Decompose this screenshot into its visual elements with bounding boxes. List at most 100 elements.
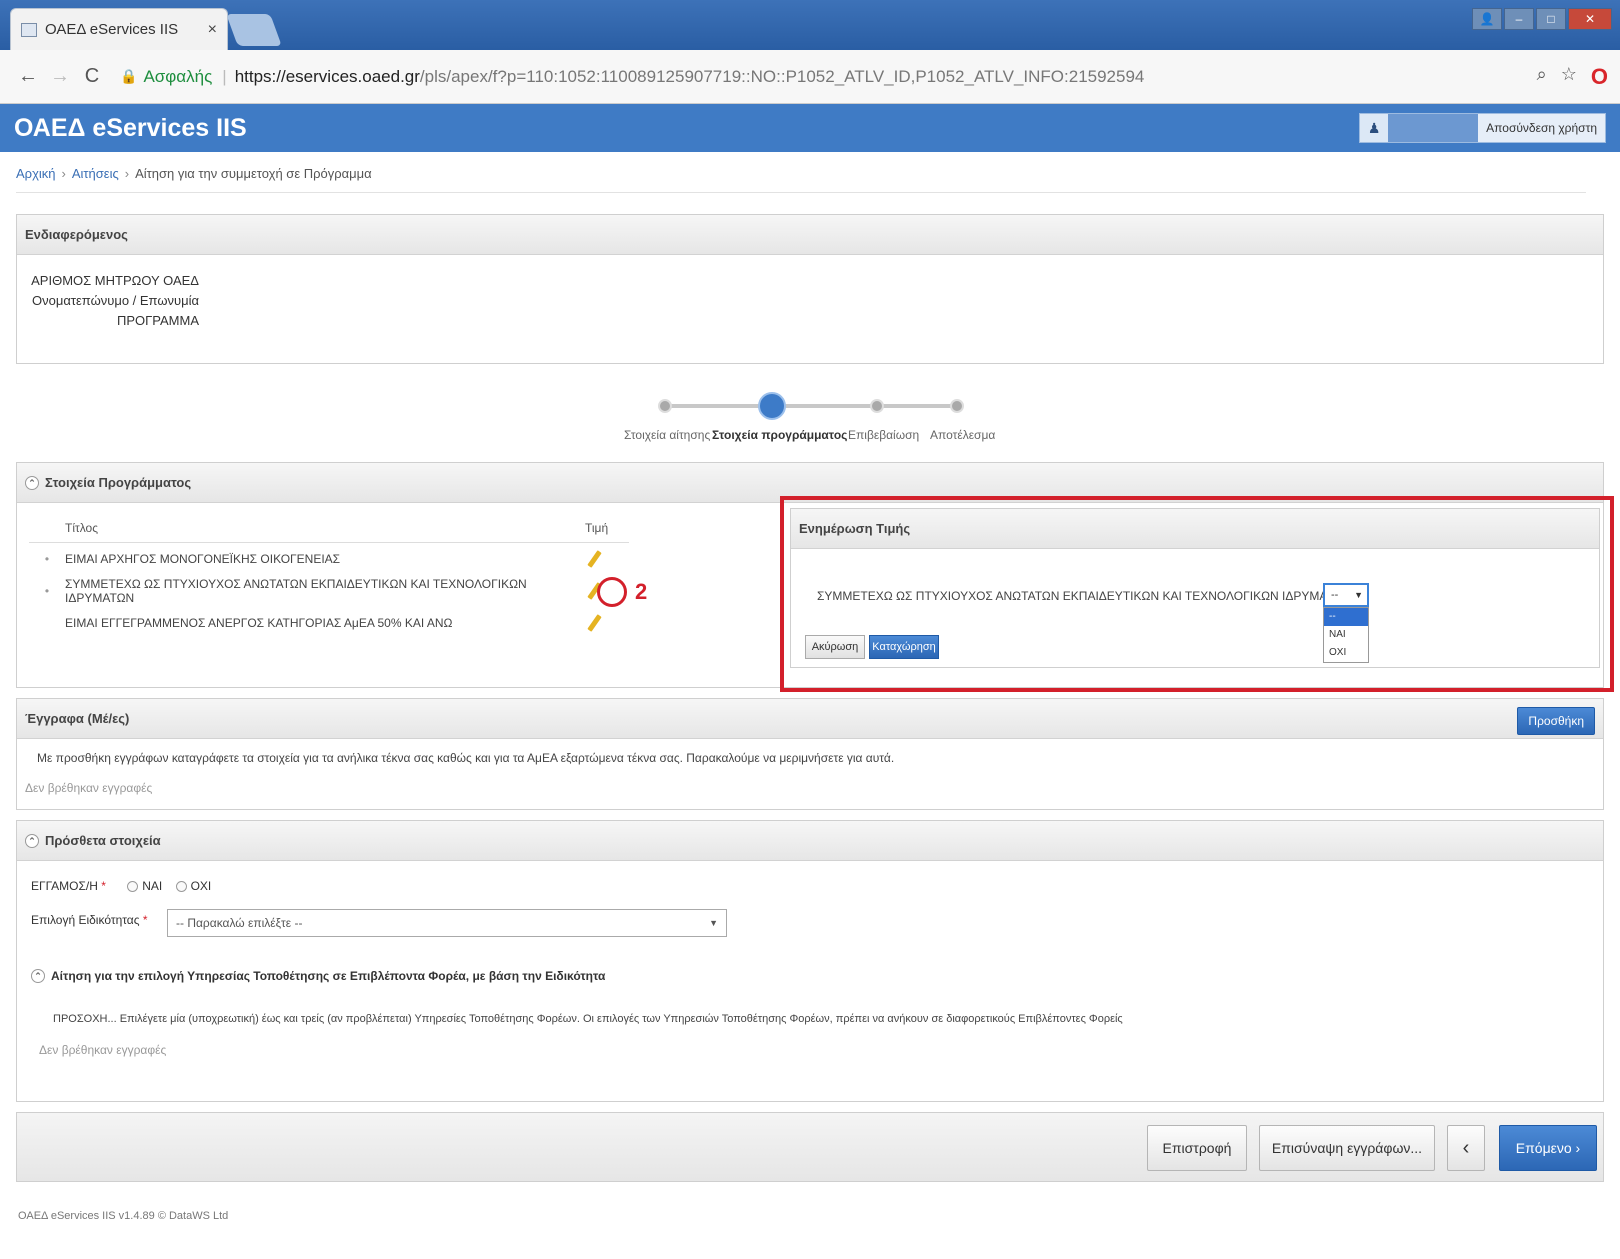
lock-icon: 🔒	[120, 68, 138, 84]
url-path: /pls/apex/f?p=110:1052:110089125907719::…	[419, 66, 1145, 86]
specialty-select-value: -- Παρακαλώ επιλέξτε --	[176, 916, 303, 930]
browser-tab[interactable]: ΟΑΕΔ eServices IIS ×	[10, 8, 228, 50]
back-button[interactable]: Επιστροφή	[1147, 1125, 1247, 1171]
placement-subsection: ⌃ Αίτηση για την επιλογή Υπηρεσίας Τοποθ…	[31, 969, 605, 983]
radio-no-label: ΟΧΙ	[190, 879, 212, 893]
wizard-progress: Στοιχεία αίτησης Στοιχεία προγράμματος Ε…	[620, 384, 1000, 444]
wizard-step-4-dot	[950, 399, 964, 413]
row-title: ΣΥΜΜΕΤΕΧΩ ΩΣ ΠΤΥΧΙΟΥΧΟΣ ΑΝΩΤΑΤΩΝ ΕΚΠΑΙΔΕ…	[65, 577, 527, 605]
wizard-step-label: Στοιχεία αίτησης	[624, 428, 711, 442]
pencil-icon[interactable]	[585, 550, 603, 568]
value-select-current: --	[1331, 589, 1339, 601]
vocational-label: ΕΓΓΑΜΟΣ/Η	[31, 879, 98, 893]
next-button[interactable]: Επόμενο ›	[1499, 1125, 1597, 1171]
breadcrumb: Αρχική › Αιτήσεις › Αίτηση για την συμμετοχή…	[16, 166, 372, 181]
chevron-down-icon: ▼	[709, 918, 718, 928]
logout-button[interactable]: Αποσύνδεση χρήστη	[1478, 114, 1605, 142]
footer-text: ΟΑΕΔ eServices IIS v1.4.89 © DataWS Ltd	[18, 1210, 229, 1222]
minimize-button[interactable]: –	[1504, 8, 1534, 30]
star-icon[interactable]: ☆	[1561, 64, 1577, 90]
wizard-step-label-active: Στοιχεία προγράμματος	[712, 428, 848, 442]
user-profile-icon[interactable]: 👤	[1472, 8, 1502, 30]
address-bar: ← → C 🔒 Ασφαλής | https://eservices.oaed…	[0, 50, 1620, 104]
col-title: Τίτλος	[65, 520, 99, 535]
placement-subtitle: Αίτηση για την επιλογή Υπηρεσίας Τοποθέτ…	[51, 969, 606, 983]
forward-arrow-icon[interactable]: →	[44, 65, 76, 88]
attach-documents-button[interactable]: Επισύναψη εγγράφων...	[1259, 1125, 1435, 1171]
tab-close-icon[interactable]: ×	[208, 21, 217, 39]
close-window-button[interactable]: ✕	[1568, 8, 1612, 30]
new-tab-button[interactable]	[226, 14, 282, 46]
opera-icon[interactable]: O	[1591, 64, 1608, 90]
table-row: • ΣΥΜΜΕΤΕΧΩ ΩΣ ΠΤΥΧΙΟΥΧΟΣ ΑΝΩΤΑΤΩΝ ΕΚΠΑΙ…	[44, 577, 648, 607]
user-icon: ♟	[1360, 114, 1389, 142]
add-document-button[interactable]: Προσθήκη	[1517, 707, 1595, 735]
documents-empty: Δεν βρέθηκαν εγγραφές	[25, 781, 153, 795]
omnibox-icons: ⌕ ☆ O	[1537, 64, 1608, 90]
maximize-button[interactable]: □	[1536, 8, 1566, 30]
radio-no[interactable]	[175, 881, 187, 893]
pencil-icon[interactable]	[585, 614, 603, 632]
divider	[16, 192, 1586, 193]
wizard-step-3-dot	[870, 399, 884, 413]
secure-label: Ασφαλής	[143, 66, 213, 86]
dropdown-option[interactable]: ΝΑΙ	[1324, 626, 1368, 644]
documents-description: Με προσθήκη εγγράφων καταγράφετε τα στοι…	[37, 751, 895, 765]
placement-notice: ΠΡΟΣΟΧΗ... Επιλέγετε μία (υποχρεωτική) έ…	[53, 1013, 1123, 1025]
program-table: Τίτλος Τιμή • ΕΙΜΑΙ ΑΡΧΗΓΟΣ ΜΟΝΟΓΟΝΕΪΚΗΣ…	[29, 513, 648, 639]
edit-value-title: Ενημέρωση Τιμής	[791, 509, 1599, 549]
wizard-step-label: Επιβεβαίωση	[848, 428, 920, 442]
collapse-icon[interactable]: ⌃	[25, 475, 39, 490]
previous-button[interactable]: ‹	[1447, 1125, 1485, 1171]
save-button[interactable]: Καταχώρηση	[869, 635, 939, 659]
breadcrumb-home[interactable]: Αρχική	[16, 166, 56, 181]
vocational-row: ΕΓΓΑΜΟΣ/Η * ΝΑΙ ΟΧΙ	[31, 879, 212, 893]
info-line: ΠΡΟΓΡΑΜΜΑ	[116, 313, 199, 328]
user-box: ♟ Αποσύνδεση χρήστη	[1359, 113, 1606, 143]
program-panel-title: Στοιχεία Προγράμματος	[45, 475, 192, 490]
insured-info: ΑΡΙΘΜΟΣ ΜΗΤΡΩΟΥ ΟΑΕΔ Ονοματεπώνυμο / Επω…	[29, 271, 199, 331]
specialty-label: Επιλογή Ειδικότητας	[31, 913, 140, 927]
col-value: Τιμή	[585, 520, 609, 535]
chevron-down-icon: ▼	[1354, 590, 1363, 600]
table-header: Τίτλος Τιμή	[29, 513, 629, 543]
dropdown-option[interactable]: ΟΧΙ	[1324, 644, 1368, 662]
zoom-icon[interactable]: ⌕	[1537, 64, 1547, 90]
app-title[interactable]: ΟΑΕΔ eServices IIS	[14, 114, 1359, 143]
app-header: ΟΑΕΔ eServices IIS ♟ Αποσύνδεση χρήστη	[0, 104, 1620, 152]
annotation-number: 2	[635, 579, 648, 604]
cancel-button[interactable]: Ακύρωση	[805, 635, 865, 659]
page-favicon-icon	[21, 22, 37, 37]
wizard-step-label: Αποτέλεσμα	[930, 428, 996, 442]
dropdown-option[interactable]: --	[1324, 608, 1368, 626]
value-dropdown: -- ΝΑΙ ΟΧΙ	[1323, 607, 1369, 663]
info-line: Ονοματεπώνυμο / Επωνυμία	[32, 293, 199, 308]
collapse-icon[interactable]: ⌃	[25, 833, 39, 848]
documents-panel: Έγγραφα (Μέ/ες) Προσθήκη Με προσθήκη εγγ…	[16, 698, 1604, 810]
edit-value-panel: Ενημέρωση Τιμής ΣΥΜΜΕΤΕΧΩ ΩΣ ΠΤΥΧΙΟΥΧΟΣ …	[790, 508, 1600, 668]
insured-panel: Ενδιαφερόμενος ΑΡΙΘΜΟΣ ΜΗΤΡΩΟΥ ΟΑΕΔ Ονομ…	[16, 214, 1604, 364]
radio-yes-label: ΝΑΙ	[142, 879, 163, 893]
row-title: ΕΙΜΑΙ ΕΓΓΕΓΡΑΜΜΕΝΟΣ ΑΝΕΡΓΟΣ ΚΑΤΗΓΟΡΙΑΣ Α…	[65, 616, 453, 630]
row-title: ΕΙΜΑΙ ΑΡΧΗΓΟΣ ΜΟΝΟΓΟΝΕΪΚΗΣ ΟΙΚΟΓΕΝΕΙΑΣ	[65, 552, 341, 566]
specialty-label-wrap: Επιλογή Ειδικότητας *	[31, 913, 148, 927]
collapse-icon[interactable]: ⌃	[31, 969, 45, 983]
annotation-circle	[597, 577, 627, 607]
extra-panel-title: Πρόσθετα στοιχεία	[45, 833, 161, 848]
bottom-toolbar: Επιστροφή Επισύναψη εγγράφων... ‹ Επόμεν…	[16, 1112, 1604, 1182]
url-input[interactable]: 🔒 Ασφαλής | https://eservices.oaed.gr /p…	[120, 60, 1525, 94]
value-select[interactable]: -- ▼	[1323, 583, 1369, 607]
tab-title: ΟΑΕΔ eServices IIS	[45, 21, 179, 38]
window-controls: 👤 – □ ✕	[1472, 8, 1612, 30]
breadcrumb-current: Αίτηση για την συμμετοχή σε Πρόγραμμα	[135, 166, 372, 181]
wizard-step-2-dot	[758, 392, 786, 420]
specialty-select[interactable]: -- Παρακαλώ επιλέξτε -- ▼	[167, 909, 727, 937]
documents-panel-title: Έγγραφα (Μέ/ες)	[17, 699, 1603, 739]
reload-icon[interactable]: C	[76, 65, 108, 88]
info-line: ΑΡΙΘΜΟΣ ΜΗΤΡΩΟΥ ΟΑΕΔ	[31, 273, 199, 288]
insured-panel-title: Ενδιαφερόμενος	[17, 215, 1603, 255]
radio-yes[interactable]	[127, 881, 139, 893]
breadcrumb-requests[interactable]: Αιτήσεις	[72, 166, 119, 181]
back-arrow-icon[interactable]: ←	[12, 65, 44, 88]
table-row: • ΕΙΜΑΙ ΑΡΧΗΓΟΣ ΜΟΝΟΓΟΝΕΪΚΗΣ ΟΙΚΟΓΕΝΕΙΑΣ	[29, 543, 629, 575]
